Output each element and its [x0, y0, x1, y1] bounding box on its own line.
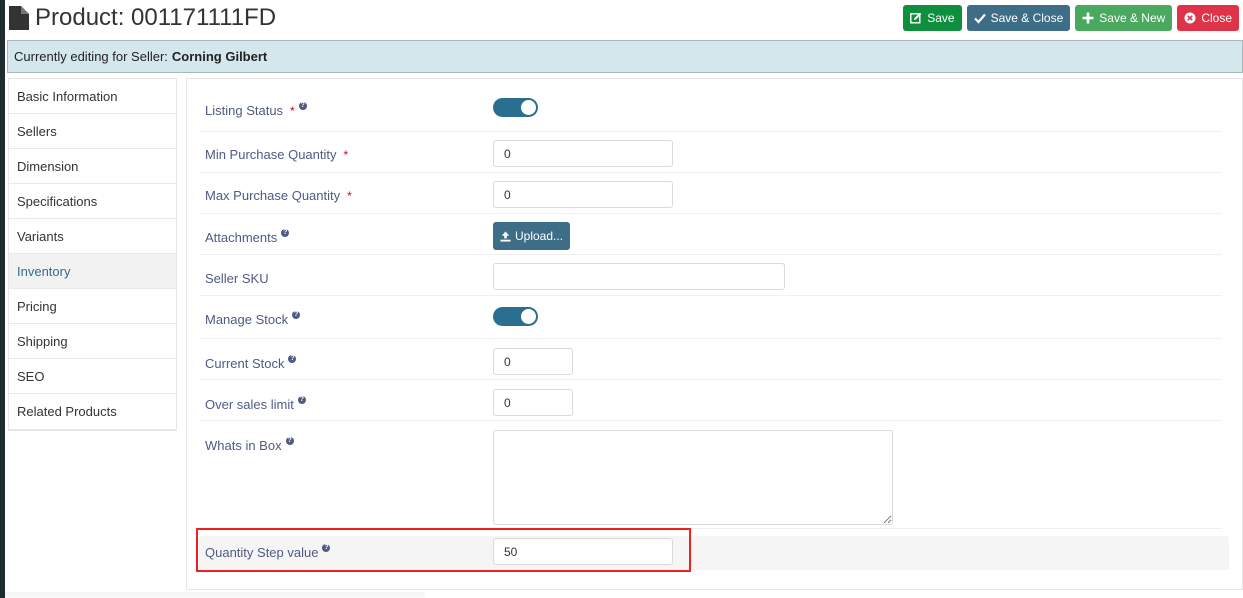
over-sales-limit-label: Over sales limit ?	[205, 395, 306, 412]
close-button[interactable]: Close	[1177, 5, 1239, 31]
required-asterisk: *	[290, 103, 295, 118]
whats-in-box-label: Whats in Box ?	[205, 436, 294, 453]
sidebar-item-sellers[interactable]: Sellers	[9, 114, 176, 149]
current-stock-row: Current Stock ?	[199, 339, 1222, 380]
help-icon[interactable]: ?	[288, 354, 297, 363]
help-icon[interactable]: ?	[298, 101, 307, 110]
manage-stock-toggle[interactable]	[493, 307, 538, 326]
help-icon[interactable]: ?	[292, 310, 301, 319]
max-purchase-quantity-label: Max Purchase Quantity *	[205, 188, 352, 203]
sidebar-item-variants[interactable]: Variants	[9, 219, 176, 254]
sidebar-item-dimension[interactable]: Dimension	[9, 149, 176, 184]
upload-button[interactable]: Upload...	[493, 222, 570, 250]
max-purchase-quantity-row: Max Purchase Quantity *	[199, 173, 1222, 214]
seller-prefix: Currently editing for Seller:	[14, 49, 168, 64]
help-icon[interactable]: ?	[285, 436, 294, 445]
seller-sku-row: Seller SKU	[199, 255, 1222, 296]
seller-sku-input[interactable]	[493, 263, 785, 290]
over-sales-limit-row: Over sales limit ?	[199, 380, 1222, 421]
required-asterisk: *	[347, 188, 352, 203]
listing-status-row: Listing Status * ?	[199, 79, 1222, 132]
help-icon[interactable]: ?	[322, 543, 331, 552]
listing-status-toggle[interactable]	[493, 98, 538, 117]
plus-icon	[1082, 12, 1094, 24]
sidebar-item-inventory[interactable]: Inventory	[9, 254, 176, 289]
quantity-step-input[interactable]	[493, 538, 673, 565]
max-purchase-quantity-input[interactable]	[493, 181, 673, 208]
manage-stock-label: Manage Stock ?	[205, 310, 301, 327]
quantity-step-row: Quantity Step value ?	[199, 536, 1229, 570]
current-stock-label: Current Stock ?	[205, 354, 297, 371]
sidebar-item-basic-information[interactable]: Basic Information	[9, 79, 176, 114]
edit-icon	[910, 12, 922, 24]
seller-name: Corning Gilbert	[171, 49, 268, 64]
page-title-text: Product: 001171111FD	[35, 4, 277, 31]
min-purchase-quantity-label: Min Purchase Quantity *	[205, 147, 349, 162]
app-side-strip	[0, 0, 5, 598]
quantity-step-label: Quantity Step value ?	[205, 543, 331, 560]
attachments-row: Attachments ? Upload...	[199, 214, 1222, 255]
inventory-form-panel: Listing Status * ? Min Purchase Quantity…	[186, 78, 1243, 590]
sidebar-item-pricing[interactable]: Pricing	[9, 289, 176, 324]
min-purchase-quantity-row: Min Purchase Quantity *	[199, 132, 1222, 173]
save-and-close-button[interactable]: Save & Close	[966, 5, 1071, 31]
upload-icon	[500, 230, 511, 242]
min-purchase-quantity-input[interactable]	[493, 140, 673, 167]
required-asterisk: *	[343, 147, 349, 162]
over-sales-limit-input[interactable]	[493, 389, 573, 416]
bottom-shade	[5, 592, 425, 598]
help-icon[interactable]: ?	[297, 395, 306, 404]
sidebar-item-seo[interactable]: SEO	[9, 359, 176, 394]
product-sections-nav: Basic Information Sellers Dimension Spec…	[8, 78, 177, 431]
help-icon[interactable]: ?	[281, 228, 290, 237]
sidebar-item-specifications[interactable]: Specifications	[9, 184, 176, 219]
save-button[interactable]: Save	[903, 5, 962, 31]
whats-in-box-row: Whats in Box ?	[199, 421, 1222, 529]
page-header: Product: 001171111FD Save Save & Close S…	[5, 0, 1243, 38]
check-icon	[973, 13, 986, 24]
save-and-new-button[interactable]: Save & New	[1075, 5, 1173, 31]
seller-sku-label: Seller SKU	[205, 271, 269, 286]
header-actions: Save Save & Close Save & New Close	[903, 5, 1239, 31]
document-icon	[9, 6, 29, 30]
current-stock-input[interactable]	[493, 348, 573, 375]
seller-context-bar: Currently editing for Seller: Corning Gi…	[7, 40, 1243, 73]
manage-stock-row: Manage Stock ?	[199, 296, 1222, 339]
whats-in-box-textarea[interactable]	[493, 430, 893, 525]
sidebar-item-related-products[interactable]: Related Products	[9, 394, 176, 429]
page-title: Product: 001171111FD	[9, 4, 276, 32]
attachments-label: Attachments ?	[205, 228, 290, 245]
listing-status-label: Listing Status * ?	[205, 101, 307, 118]
sidebar-item-shipping[interactable]: Shipping	[9, 324, 176, 359]
close-circle-icon	[1184, 12, 1196, 24]
